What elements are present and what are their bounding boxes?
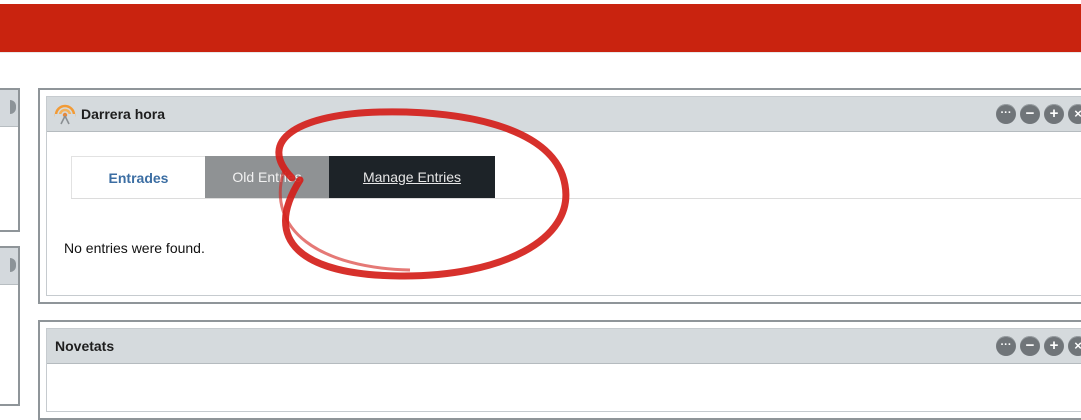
left-portlet-header xyxy=(0,90,18,127)
tab-old-entries[interactable]: Old Entries xyxy=(205,156,329,198)
minimize-icon[interactable]: − xyxy=(1020,104,1040,124)
left-portlet-2 xyxy=(0,246,20,406)
portlet-title: Darrera hora xyxy=(81,106,166,122)
left-portlet-1 xyxy=(0,88,20,232)
maximize-icon[interactable]: + xyxy=(1044,104,1064,124)
rss-icon xyxy=(53,102,77,126)
portlet-controls: ··· − + × xyxy=(996,104,1081,124)
maximize-icon[interactable]: + xyxy=(1044,336,1064,356)
portlet-darrera-hora: Darrera hora ··· − + × Entrades Old Entr… xyxy=(38,88,1081,304)
portlet-body: Darrera hora ··· − + × Entrades Old Entr… xyxy=(46,96,1081,296)
tab-manage-entries[interactable]: Manage Entries xyxy=(329,156,495,198)
more-icon[interactable]: ··· xyxy=(996,104,1016,124)
more-icon[interactable]: ··· xyxy=(996,336,1016,356)
portlet-header: Darrera hora ··· − + × xyxy=(47,97,1081,132)
tab-bar: Entrades Old Entries Manage Entries xyxy=(71,156,495,198)
portlet-header: Novetats ··· − + × xyxy=(47,329,1081,364)
tab-entrades[interactable]: Entrades xyxy=(71,156,205,198)
portlet-novetats: Novetats ··· − + × xyxy=(38,320,1081,420)
top-banner xyxy=(0,0,1081,53)
tab-divider xyxy=(71,198,1081,199)
left-portlet-header xyxy=(0,248,18,285)
empty-message: No entries were found. xyxy=(64,240,205,256)
close-icon[interactable]: × xyxy=(1068,336,1081,356)
portlet-controls: ··· − + × xyxy=(996,336,1081,356)
minimize-icon[interactable]: − xyxy=(1020,336,1040,356)
portlet-title: Novetats xyxy=(55,338,115,354)
portlet-body: Novetats ··· − + × xyxy=(46,328,1081,412)
close-icon[interactable]: × xyxy=(1068,104,1081,124)
